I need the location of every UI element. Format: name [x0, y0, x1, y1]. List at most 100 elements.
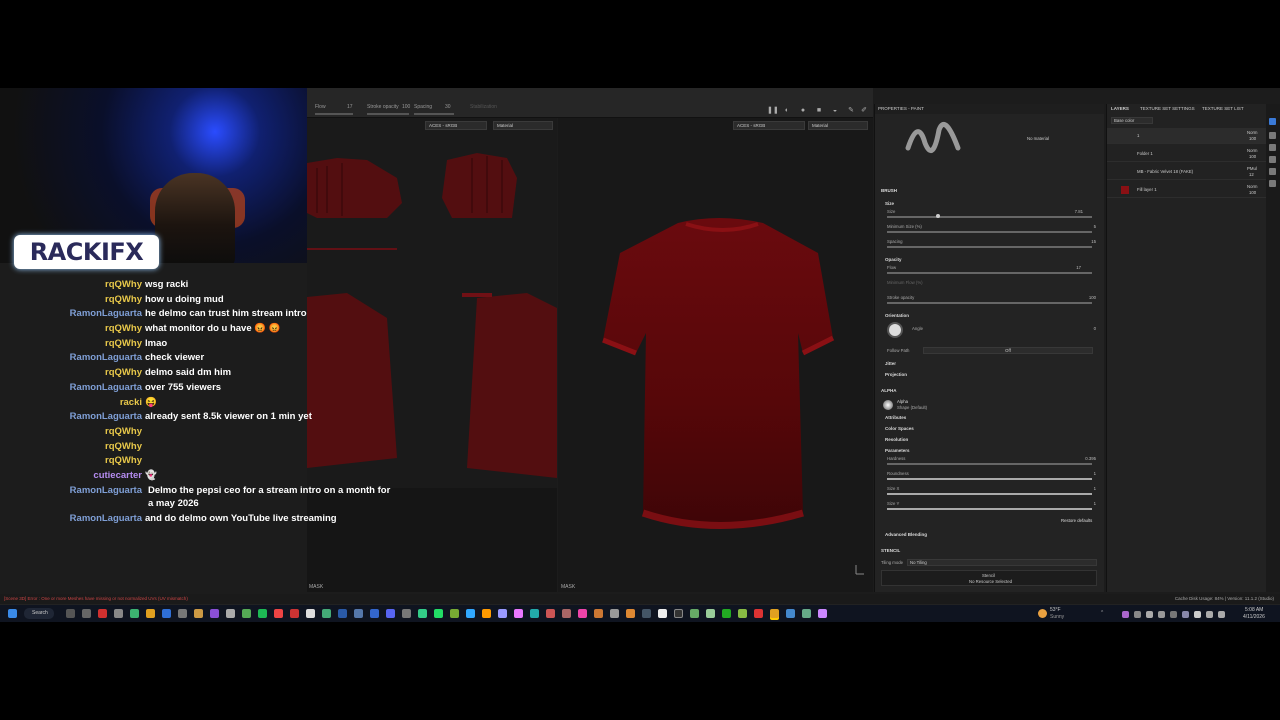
resolution-section[interactable]: Resolution: [885, 437, 908, 442]
app-icon[interactable]: [226, 609, 235, 618]
widgets-icon[interactable]: [82, 609, 91, 618]
start-icon[interactable]: [8, 609, 17, 618]
app-icon[interactable]: [418, 609, 427, 618]
min-size-slider[interactable]: [887, 231, 1092, 233]
display-icon[interactable]: [1269, 156, 1276, 163]
video-icon[interactable]: ■: [815, 107, 823, 115]
app-icon[interactable]: [322, 609, 331, 618]
size-value[interactable]: 7.81: [1065, 209, 1083, 214]
app-icon[interactable]: [450, 609, 459, 618]
app-icon[interactable]: [562, 609, 571, 618]
tray-icon[interactable]: [1158, 611, 1165, 618]
app-icon[interactable]: [674, 609, 683, 618]
app-icon[interactable]: [626, 609, 635, 618]
app-icon[interactable]: [98, 609, 107, 618]
spacing-slider[interactable]: [887, 246, 1092, 248]
tray-chevron-icon[interactable]: ⌃: [1100, 610, 1104, 616]
follow-path-select[interactable]: Off: [923, 347, 1093, 354]
app-icon[interactable]: [274, 609, 283, 618]
tray-icon[interactable]: [1122, 611, 1129, 618]
layer-row[interactable]: Fill layer 1 Norm 100: [1107, 182, 1266, 198]
layer-row[interactable]: Folder 1 Norm 100: [1107, 146, 1266, 162]
layer-row[interactable]: MB - Fabric Velvet 18 (FAKE) PMul 12: [1107, 164, 1266, 180]
app-icon[interactable]: [722, 609, 731, 618]
app-icon[interactable]: [642, 609, 651, 618]
layer-blend[interactable]: Norm: [1247, 148, 1258, 153]
substance-painter-icon[interactable]: [770, 609, 779, 618]
settings-icon[interactable]: [1269, 168, 1276, 175]
app-icon[interactable]: [434, 609, 443, 618]
alpha-thumbnail[interactable]: [883, 400, 893, 410]
app-icon[interactable]: [242, 609, 251, 618]
stroke-opacity-slider[interactable]: [887, 302, 1092, 304]
app-icon[interactable]: [194, 609, 203, 618]
search-box[interactable]: Search: [24, 608, 54, 619]
app-icon[interactable]: [146, 609, 155, 618]
tray-icon[interactable]: [1134, 611, 1141, 618]
spacing-slider[interactable]: [414, 113, 454, 115]
tray-icon[interactable]: [1170, 611, 1177, 618]
app-icon[interactable]: [162, 609, 171, 618]
opacity-section[interactable]: Opacity: [885, 257, 902, 262]
app-icon[interactable]: [178, 609, 187, 618]
tray-icon[interactable]: [1146, 611, 1153, 618]
app-icon[interactable]: [706, 609, 715, 618]
size-y-value[interactable]: 1: [1080, 501, 1096, 506]
restore-defaults-button[interactable]: Restore defaults: [1061, 518, 1092, 523]
illustrator-icon[interactable]: [482, 609, 491, 618]
layer-opacity[interactable]: 100: [1249, 154, 1256, 159]
channel-select[interactable]: Base color: [1111, 117, 1153, 124]
tab-texture-set-list[interactable]: TEXTURE SET LIST: [1202, 106, 1244, 111]
task-view-icon[interactable]: [66, 609, 75, 618]
app-icon[interactable]: [370, 609, 379, 618]
app-icon[interactable]: [594, 609, 603, 618]
layer-opacity[interactable]: 100: [1249, 136, 1256, 141]
tiling-mode-select[interactable]: No Tiling: [907, 559, 1097, 566]
app-icon[interactable]: [786, 609, 795, 618]
attributes-section[interactable]: Attributes: [885, 415, 906, 420]
stroke-opacity-value[interactable]: 100: [402, 104, 410, 110]
app-icon[interactable]: [210, 609, 219, 618]
jitter-section[interactable]: Jitter: [885, 361, 896, 366]
layer-row[interactable]: 1 Norm 100: [1107, 128, 1266, 144]
pen-icon[interactable]: ✐: [860, 107, 868, 115]
app-icon[interactable]: [738, 609, 747, 618]
photoshop-icon[interactable]: [466, 609, 475, 618]
app-icon[interactable]: [546, 609, 555, 618]
layer-opacity[interactable]: 100: [1249, 190, 1256, 195]
flow-value[interactable]: 17: [1065, 265, 1081, 270]
app-icon[interactable]: [354, 609, 363, 618]
size-x-value[interactable]: 1: [1080, 486, 1096, 491]
min-size-value[interactable]: 5: [1080, 224, 1096, 229]
network-icon[interactable]: [1206, 611, 1213, 618]
layer-opacity[interactable]: 12: [1249, 172, 1254, 177]
tray-icon[interactable]: [1182, 611, 1189, 618]
color-spaces-section[interactable]: Color Spaces: [885, 426, 914, 431]
app-icon[interactable]: [802, 609, 811, 618]
tab-texture-set-settings[interactable]: TEXTURE SET SETTINGS: [1140, 106, 1195, 111]
volume-icon[interactable]: [1218, 611, 1225, 618]
size-y-slider[interactable]: [887, 508, 1092, 510]
hardness-slider[interactable]: [887, 463, 1092, 465]
hardness-value[interactable]: 0.395: [1075, 456, 1096, 461]
orientation-section[interactable]: Orientation: [885, 313, 909, 318]
stroke-opacity-value[interactable]: 100: [1080, 295, 1096, 300]
projection-section[interactable]: Projection: [885, 372, 907, 377]
layer-blend[interactable]: Norm: [1247, 184, 1258, 189]
size-section[interactable]: Size: [885, 201, 894, 206]
stencil-slot[interactable]: Stencil No Resource Selected: [881, 570, 1097, 586]
app-icon[interactable]: [130, 609, 139, 618]
camera-settings-icon[interactable]: [1269, 180, 1276, 187]
camera-icon[interactable]: ◐: [783, 107, 791, 115]
tab-layers[interactable]: LAYERS: [1111, 106, 1129, 111]
light-icon[interactable]: ◒: [831, 107, 839, 115]
weather-icon[interactable]: [1038, 609, 1047, 618]
app-icon[interactable]: [690, 609, 699, 618]
roundness-value[interactable]: 1: [1080, 471, 1096, 476]
app-icon[interactable]: [658, 609, 667, 618]
layer-blend[interactable]: PMul: [1247, 166, 1257, 171]
advanced-blending-section[interactable]: Advanced Blending: [885, 532, 927, 537]
flow-slider[interactable]: [887, 272, 1092, 274]
app-icon[interactable]: [610, 609, 619, 618]
layers-tool-icon[interactable]: [1269, 118, 1276, 125]
